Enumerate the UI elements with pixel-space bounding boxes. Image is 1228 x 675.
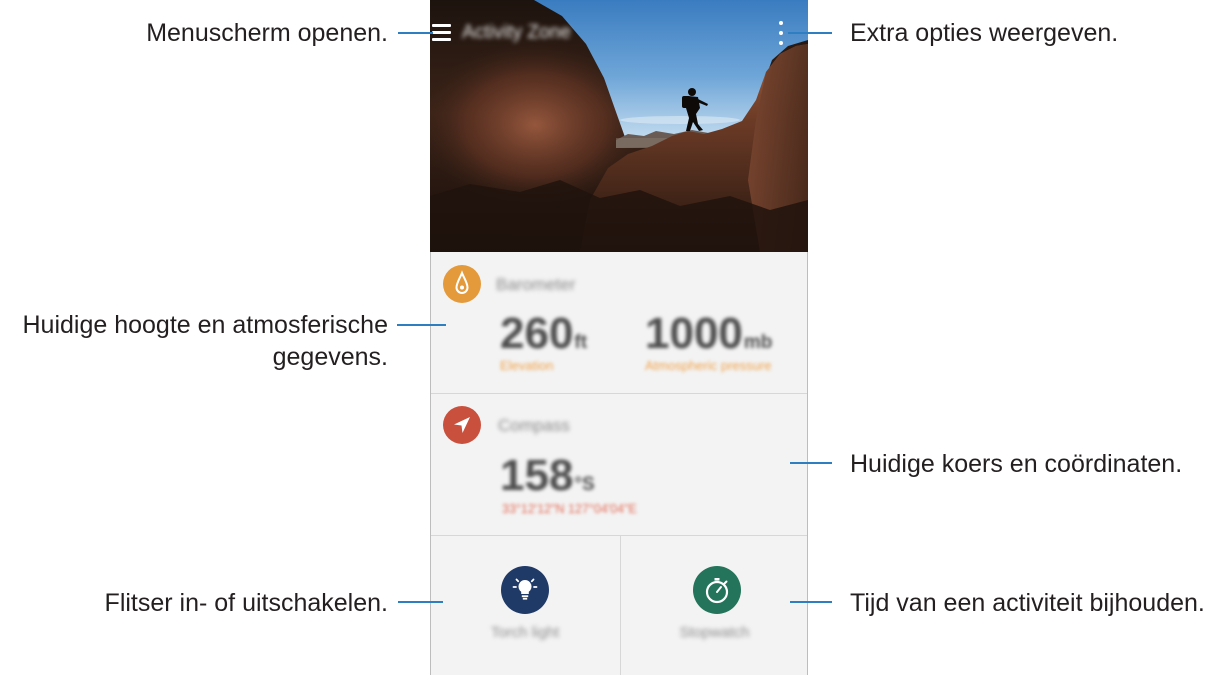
pressure-label: Atmospheric pressure xyxy=(645,358,772,373)
callout-leader-line xyxy=(790,601,832,603)
compass-card[interactable]: Compass 158°S 33°12'12"N 127°04'04"E xyxy=(430,394,808,536)
callout-leader-line xyxy=(398,601,443,603)
stopwatch-icon xyxy=(693,566,741,614)
heading-unit: °S xyxy=(574,474,595,495)
callout-activity-timer: Tijd van een activiteit bijhouden. xyxy=(850,589,1205,617)
callout-leader-line xyxy=(790,462,832,464)
torch-label: Torch light xyxy=(490,624,560,641)
navigation-arrow-icon xyxy=(443,406,481,444)
callout-menu: Menuscherm openen. xyxy=(146,19,388,47)
callout-leader-line xyxy=(397,324,446,326)
phone-screen: Activity Zone Barometer 260ft Elevation … xyxy=(430,0,808,675)
callout-line-2: gegevens. xyxy=(272,343,388,371)
callout-leader-line xyxy=(398,32,433,34)
pressure-value: 1000 xyxy=(645,309,743,358)
barometer-card[interactable]: Barometer 260ft Elevation 1000mb Atmosph… xyxy=(430,252,808,394)
elevation-label: Elevation xyxy=(500,358,554,373)
header-hero: Activity Zone xyxy=(430,0,808,252)
elevation-unit: ft xyxy=(574,332,588,353)
screen-border-left xyxy=(430,252,431,675)
stopwatch-button[interactable]: Stopwatch xyxy=(621,536,808,675)
callout-more-options: Extra opties weergeven. xyxy=(850,19,1119,47)
elevation-value: 260 xyxy=(500,309,574,358)
barometer-icon xyxy=(443,265,481,303)
hamburger-menu-icon[interactable] xyxy=(432,22,452,42)
barometer-label: Barometer xyxy=(496,275,576,294)
app-title: Activity Zone xyxy=(462,22,571,43)
coordinates-text: 33°12'12"N 127°04'04"E xyxy=(502,502,637,516)
torch-button[interactable]: Torch light xyxy=(430,536,620,675)
tools-row: Torch light Stopwatch xyxy=(430,536,808,675)
pressure-unit: mb xyxy=(743,332,773,353)
callout-leader-line xyxy=(788,32,832,34)
callout-flash-toggle: Flitser in- of uitschakelen. xyxy=(104,589,388,617)
callout-line-1: Huidige hoogte en atmosferische xyxy=(22,311,388,339)
heading-value: 158 xyxy=(500,451,574,500)
stopwatch-label: Stopwatch xyxy=(679,624,750,641)
lightbulb-icon xyxy=(501,566,549,614)
callout-heading-coordinates: Huidige koers en coördinaten. xyxy=(850,450,1183,478)
callout-altitude-atmosphere: Huidige hoogte en atmosferische gegevens… xyxy=(22,309,388,373)
compass-label: Compass xyxy=(498,416,570,435)
more-options-icon[interactable] xyxy=(777,19,785,47)
